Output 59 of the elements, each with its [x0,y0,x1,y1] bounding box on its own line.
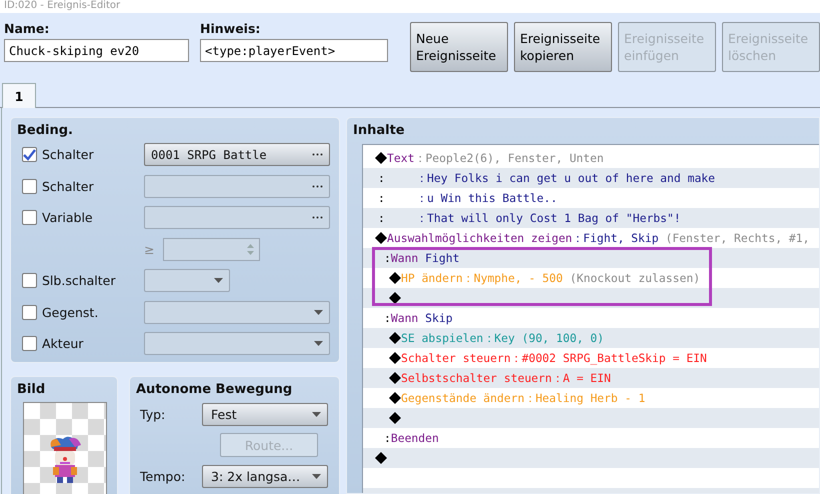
note-field[interactable]: <type:playerEvent> [200,39,388,62]
name-field[interactable]: Chuck-skiping ev20 [4,39,190,62]
command-text[interactable]: :Wann Skip [382,311,453,325]
window-title: ID:020 - Ereignis-Editor [4,0,120,12]
field-label: Typ: [140,406,166,422]
diamond-icon [389,352,401,364]
dropdown-arrow-icon [214,278,223,284]
dropdown-arrow-icon [312,412,321,416]
page-tab[interactable]: 1 [2,83,36,108]
dropdown-arrow-icon [312,474,321,478]
checkbox[interactable] [22,147,37,162]
checkbox-label: Slb.schalter [42,273,116,288]
checkbox[interactable] [22,273,37,288]
diamond-icon [375,452,387,464]
panel-title: Beding. [16,122,74,139]
diamond-icon [389,272,401,284]
command-text[interactable]: : ：u Win this Battle.. [375,190,558,206]
switch-picker[interactable]: 0001 SRPG Battle [144,143,330,166]
command-text[interactable]: :Beenden [382,431,439,445]
panel-title: Autonome Bewegung [135,381,294,398]
operator-label: ≥ [144,242,156,257]
diamond-icon [375,232,387,244]
speed-dropdown[interactable]: 3: 2x langsa… [202,464,328,488]
movement-type-dropdown[interactable]: Fest [202,402,328,426]
ellipsis-icon [312,216,323,220]
field-label: Hinweis: [200,22,262,36]
diamond-icon [389,392,401,404]
ellipsis-icon [312,153,323,156]
diamond-icon [375,152,387,164]
panel-title: Inhalte [352,122,406,139]
spin-arrows-icon [247,242,254,256]
diamond-icon [389,412,401,424]
checkbox-label: Akteur [42,336,84,352]
diamond-icon [389,292,401,304]
switch-picker[interactable] [144,174,330,198]
page-button[interactable]: Neue Ereignisseite [410,22,508,72]
field-label: Name: [4,22,50,36]
ellipsis-icon [312,184,323,188]
page-button[interactable]: Ereignisseite kopieren [514,22,612,72]
command-text[interactable]: Auswahlmöglichkeiten zeigen：Fight, Skip (Fenster, Rechts, #1, [387,230,810,246]
checkbox-label: Schalter [42,147,94,162]
diamond-icon [389,372,401,384]
command-text[interactable]: :Wann Fight [382,251,460,265]
sprite-preview[interactable] [23,402,107,494]
checkbox-label: Variable [42,210,93,226]
checkbox-label: Schalter [42,178,94,194]
field-label: Tempo: [140,468,186,484]
checkbox[interactable] [22,210,37,226]
command-text[interactable]: Text：People2(6), Fenster, Unten [387,150,604,166]
checkbox[interactable] [22,178,37,194]
command-text[interactable]: Schalter steuern：#0002 SRPG_BattleSkip = EIN [401,350,707,366]
checkbox[interactable] [22,304,37,320]
switch-picker[interactable] [144,206,330,230]
dropdown-arrow-icon [314,341,323,346]
panel-title: Bild [16,381,46,398]
dropdown-arrow-icon [314,310,323,315]
checkbox-label: Gegenst. [42,304,98,320]
checkbox[interactable] [22,336,37,352]
diamond-icon [389,332,401,344]
